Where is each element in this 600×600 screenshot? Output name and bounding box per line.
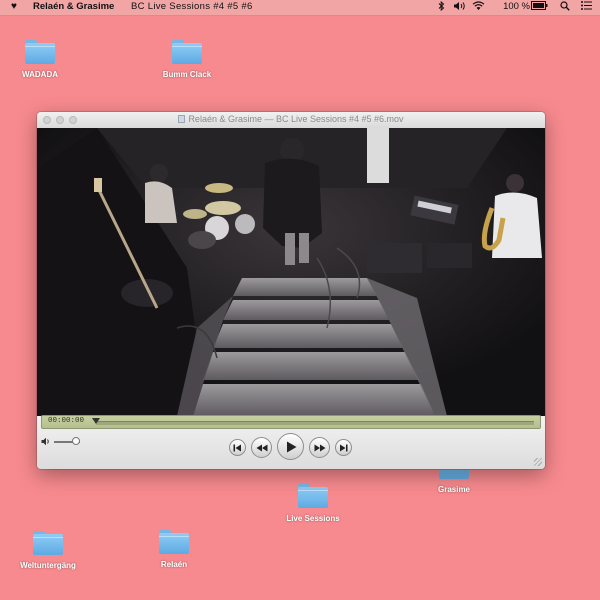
battery-icon[interactable] (531, 1, 548, 13)
folder-icon (25, 40, 55, 64)
folder-label: Live Sessions (286, 514, 340, 523)
folder-icon (298, 484, 328, 508)
desktop-folder-wadada[interactable]: WADADA (0, 40, 80, 79)
skip-back-icon (230, 440, 245, 457)
desktop-folder-relaen[interactable]: Relaén (134, 530, 214, 569)
battery-percent: 100 % (503, 1, 530, 12)
folder-icon (33, 531, 63, 555)
search-icon[interactable] (560, 1, 570, 14)
window-titlebar[interactable]: Relaén & Grasime — BC Live Sessions #4 #… (37, 112, 545, 129)
list-icon[interactable] (581, 1, 592, 13)
app-menu[interactable]: Relaén & Grasime (33, 1, 114, 12)
play-icon (278, 434, 303, 455)
folder-label: Weltuntergäng (20, 561, 76, 570)
video-frame[interactable] (37, 128, 545, 416)
bluetooth-icon[interactable] (438, 0, 445, 14)
folder-icon (159, 530, 189, 554)
rewind-icon (252, 438, 271, 454)
desktop-folder-weltuntergang[interactable]: Weltuntergäng (8, 531, 88, 570)
timeline-bar[interactable]: 00:00:00 (41, 415, 541, 429)
fast-forward-button[interactable] (309, 437, 330, 458)
window-title: Relaén & Grasime — BC Live Sessions #4 #… (37, 114, 545, 124)
folder-label: Bumm Clack (162, 70, 212, 79)
skip-forward-button[interactable] (335, 439, 352, 456)
speaker-icon[interactable] (41, 437, 51, 448)
rewind-button[interactable] (251, 437, 272, 458)
folder-label: Relaén (160, 560, 188, 569)
player-window: Relaén & Grasime — BC Live Sessions #4 #… (37, 112, 545, 469)
folder-icon (172, 40, 202, 64)
play-button[interactable] (277, 433, 304, 460)
folder-label: Grasime (437, 485, 471, 494)
fast-forward-icon (310, 438, 329, 454)
timecode: 00:00:00 (48, 417, 85, 425)
timeline-track[interactable] (96, 421, 534, 425)
desktop-folder-bumm-clack[interactable]: Bumm Clack (147, 40, 227, 79)
volume-icon[interactable] (453, 1, 466, 14)
folder-label: WADADA (22, 70, 58, 79)
menu-bar: ♥ Relaén & Grasime BC Live Sessions #4 #… (0, 0, 600, 16)
video-scene (37, 128, 545, 416)
playhead[interactable] (92, 418, 100, 424)
wifi-icon[interactable] (472, 1, 485, 14)
window-title-text: Relaén & Grasime — BC Live Sessions #4 #… (188, 114, 404, 124)
skip-forward-icon (336, 440, 351, 454)
resize-handle[interactable] (534, 458, 542, 466)
desktop-folder-live-sessions[interactable]: Live Sessions (273, 484, 353, 523)
apple-menu-icon[interactable]: ♥ (11, 1, 17, 12)
skip-back-button[interactable] (229, 439, 246, 456)
menu-document-title[interactable]: BC Live Sessions #4 #5 #6 (131, 1, 253, 12)
movie-file-icon (178, 115, 186, 123)
